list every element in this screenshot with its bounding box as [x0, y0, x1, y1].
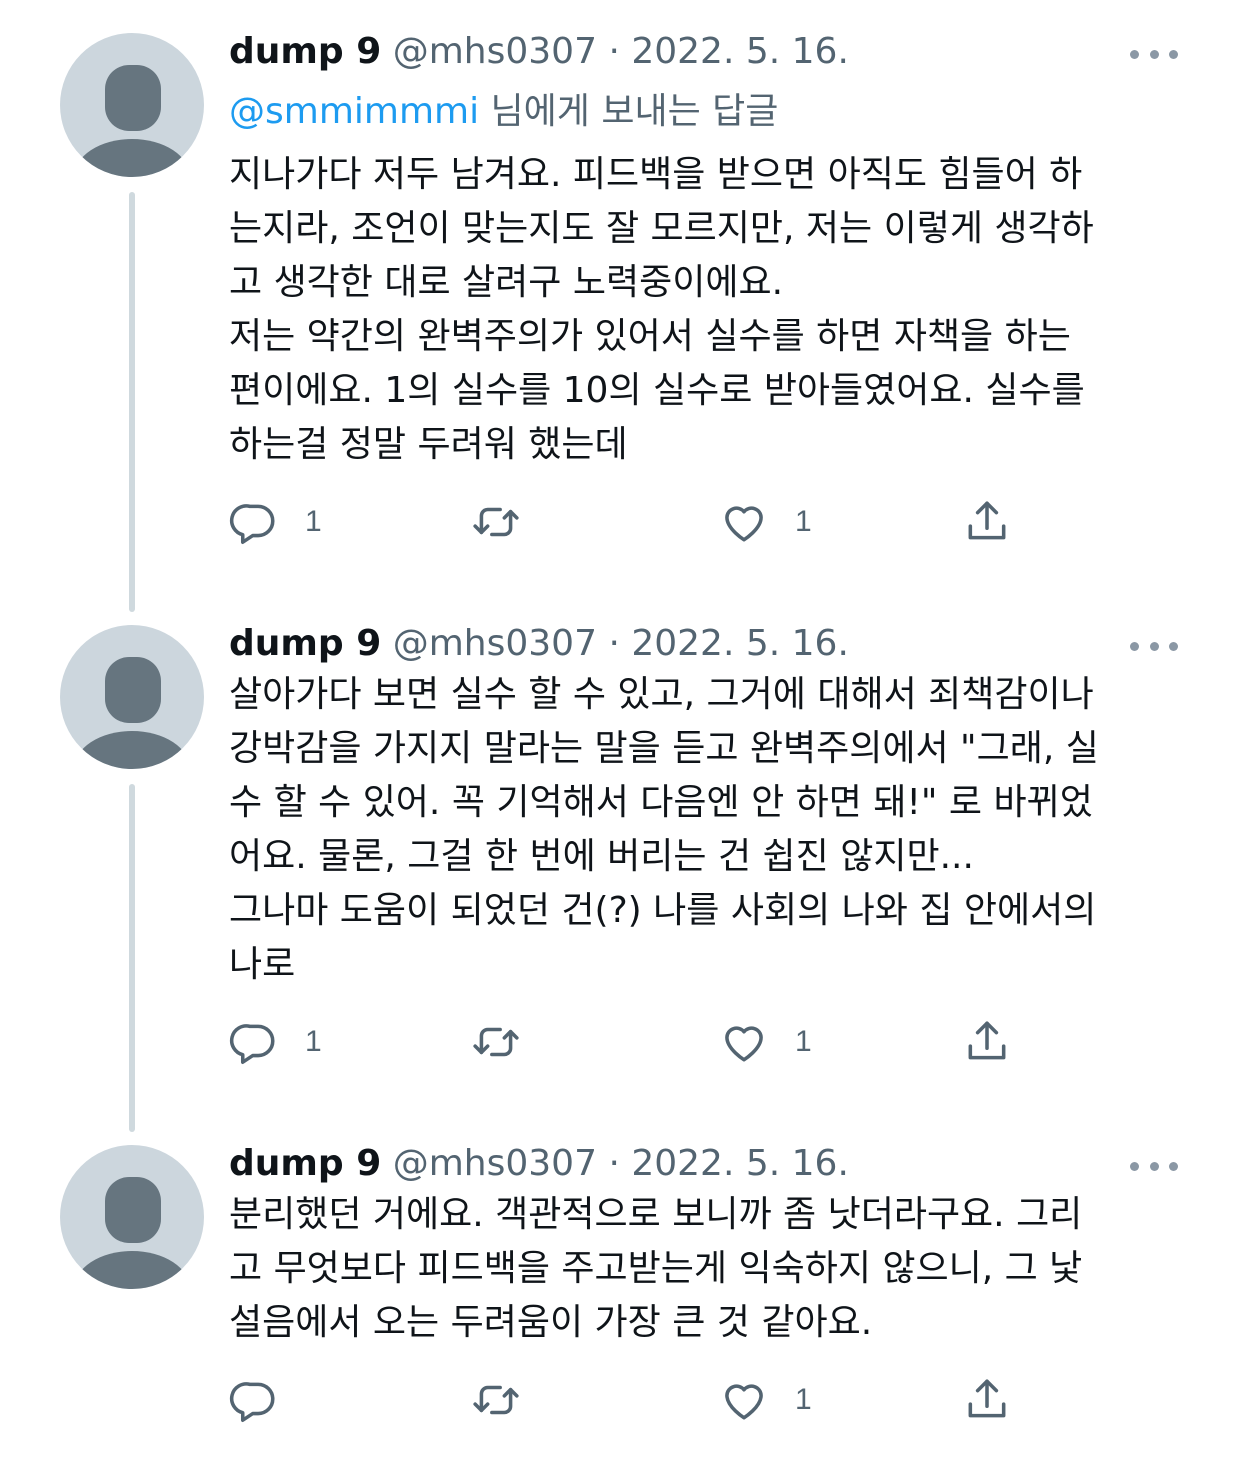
- reply-mention-link[interactable]: @smmimmmi: [229, 91, 479, 132]
- separator: ·: [608, 1143, 620, 1184]
- like-button[interactable]: 1: [719, 492, 812, 552]
- default-avatar-icon: [74, 657, 190, 769]
- share-icon: [968, 1021, 1006, 1060]
- tweet-actions: 1: [229, 1370, 1189, 1430]
- separator: ·: [608, 31, 620, 72]
- avatar[interactable]: [60, 33, 204, 177]
- share-icon: [968, 1379, 1006, 1418]
- share-button[interactable]: [962, 1370, 1012, 1430]
- reply-button[interactable]: 1: [229, 1012, 322, 1072]
- tweet-text-line: 분리했던 거에요. 객관적으로 보니까 좀 낫더라구요. 그리: [229, 1194, 1083, 1235]
- tweet-text-line: 고 무엇보다 피드백을 주고받는게 익숙하지 않으니, 그 낯: [229, 1248, 1083, 1289]
- avatar[interactable]: [60, 1145, 204, 1289]
- avatar[interactable]: [60, 625, 204, 769]
- reply-icon: [229, 1382, 275, 1422]
- tweet-header: dump 9 @mhs0307 · 2022. 5. 16.: [229, 26, 849, 78]
- tweet-actions: 1 1: [229, 492, 1189, 552]
- tweet-text-line: 저는 약간의 완벽주의가 있어서 실수를 하면 자책을 하는: [229, 316, 1071, 357]
- tweet-text-line: 편이에요. 1의 실수를 10의 실수로 받아들였어요. 실수를: [229, 370, 1085, 411]
- like-count: 1: [795, 505, 812, 538]
- reply-button[interactable]: [229, 1370, 305, 1430]
- reply-icon: [229, 1024, 275, 1064]
- tweet-text-line: 는지라, 조언이 맞는지도 잘 모르지만, 저는 이렇게 생각하: [229, 208, 1094, 249]
- tweet-text: 살아가다 보면 실수 할 수 있고, 그거에 대해서 죄책감이나 강박감을 가지…: [229, 668, 1189, 992]
- tweet-text-line: 하는걸 정말 두려워 했는데: [229, 424, 628, 465]
- thread-line: [129, 784, 135, 1132]
- display-name[interactable]: dump 9: [229, 1143, 381, 1184]
- heart-icon: [725, 1384, 763, 1420]
- heart-icon: [725, 506, 763, 542]
- share-button[interactable]: [962, 492, 1012, 552]
- reply-icon: [229, 504, 275, 544]
- reply-count: 1: [305, 505, 322, 538]
- like-button[interactable]: 1: [719, 1012, 812, 1072]
- more-icon[interactable]: [1130, 1156, 1178, 1176]
- tweet-actions: 1 1: [229, 1012, 1189, 1072]
- share-button[interactable]: [962, 1012, 1012, 1072]
- default-avatar-icon: [74, 1177, 190, 1289]
- tweet-date[interactable]: 2022. 5. 16.: [631, 1143, 849, 1184]
- retweet-icon: [473, 1027, 519, 1057]
- tweet-text-line: 고 생각한 대로 살려구 노력중이에요.: [229, 262, 784, 303]
- more-icon[interactable]: [1130, 44, 1178, 64]
- share-icon: [968, 501, 1006, 540]
- reply-button[interactable]: 1: [229, 492, 322, 552]
- retweet-icon: [473, 1385, 519, 1415]
- display-name[interactable]: dump 9: [229, 623, 381, 664]
- tweet-text-line: 강박감을 가지지 말라는 말을 듣고 완벽주의에서 "그래, 실: [229, 728, 1099, 769]
- like-count: 1: [795, 1025, 812, 1058]
- tweet-date[interactable]: 2022. 5. 16.: [631, 31, 849, 72]
- like-count: 1: [795, 1383, 812, 1416]
- separator: ·: [608, 623, 620, 664]
- tweet-date[interactable]: 2022. 5. 16.: [631, 623, 849, 664]
- user-handle[interactable]: @mhs0307: [393, 623, 597, 664]
- user-handle[interactable]: @mhs0307: [393, 1143, 597, 1184]
- retweet-button[interactable]: [471, 1012, 547, 1072]
- tweet-text-line: 나로: [229, 944, 296, 985]
- tweet-text-line: 수 할 수 있어. 꼭 기억해서 다음엔 안 하면 돼!" 로 바뀌었: [229, 782, 1093, 823]
- replying-to-label: 님에게 보내는 답글: [479, 91, 779, 132]
- more-icon[interactable]: [1130, 636, 1178, 656]
- tweet-text-line: 그나마 도움이 되었던 건(?) 나를 사회의 나와 집 안에서의: [229, 890, 1097, 931]
- thread-line: [129, 192, 135, 612]
- retweet-icon: [473, 507, 519, 537]
- tweet-header: dump 9 @mhs0307 · 2022. 5. 16.: [229, 618, 849, 670]
- display-name[interactable]: dump 9: [229, 31, 381, 72]
- tweet-text-line: 설음에서 오는 두려움이 가장 큰 것 같아요.: [229, 1302, 873, 1343]
- default-avatar-icon: [74, 65, 190, 177]
- user-handle[interactable]: @mhs0307: [393, 31, 597, 72]
- tweet-text-line: 지나가다 저두 남겨요. 피드백을 받으면 아직도 힘들어 하: [229, 154, 1083, 195]
- tweet-text-line: 살아가다 보면 실수 할 수 있고, 그거에 대해서 죄책감이나: [229, 674, 1094, 715]
- tweet-text-line: 어요. 물론, 그걸 한 번에 버리는 건 쉽진 않지만...: [229, 836, 974, 877]
- retweet-button[interactable]: [471, 492, 547, 552]
- like-button[interactable]: 1: [719, 1370, 812, 1430]
- replying-to: @smmimmmi 님에게 보내는 답글: [229, 86, 778, 138]
- tweet-text: 분리했던 거에요. 객관적으로 보니까 좀 낫더라구요. 그리 고 무엇보다 피…: [229, 1188, 1189, 1350]
- tweet-text: 지나가다 저두 남겨요. 피드백을 받으면 아직도 힘들어 하 는지라, 조언이…: [229, 148, 1189, 472]
- retweet-button[interactable]: [471, 1370, 547, 1430]
- reply-count: 1: [305, 1025, 322, 1058]
- tweet-header: dump 9 @mhs0307 · 2022. 5. 16.: [229, 1138, 849, 1190]
- heart-icon: [725, 1026, 763, 1062]
